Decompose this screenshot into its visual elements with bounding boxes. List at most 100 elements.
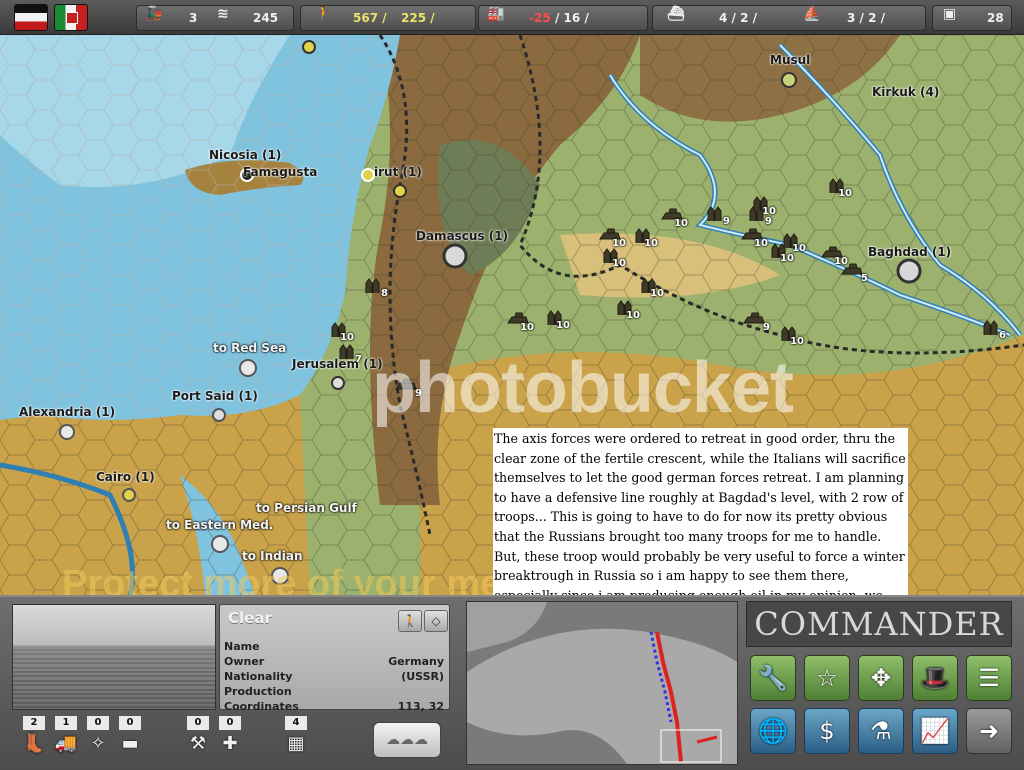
italy-flag-icon[interactable] [54,4,88,31]
unit-strength: 10 [838,188,852,199]
motorized-count[interactable]: 1 🚚 [54,715,82,761]
commander-logo: COMMANDER [746,601,1012,647]
unit-strength: 10 [762,206,776,217]
unit-strength: 9 [763,322,770,333]
list-button[interactable]: ☰ [966,655,1012,701]
statistics-chart-button[interactable]: 📈 [912,708,958,754]
unit-strength: 8 [381,288,388,299]
city-port-said[interactable]: Port Said (1) [172,389,258,403]
exit-eastern-med[interactable]: to Eastern Med. [166,518,273,532]
industry-change: -25 [529,11,551,25]
unit-counter[interactable]: 10 [748,193,776,217]
unit-counter[interactable]: 6 [978,317,1006,341]
train-icon: 🚂 [145,6,163,22]
unit-strength: 9 [415,388,422,399]
unit-counter[interactable]: 10 [778,230,806,254]
industry-panel: 🏭 -25 / 16 / [478,5,648,31]
city-famagusta[interactable]: Famagusta [243,165,317,179]
unit-counter[interactable]: 10 [542,307,570,331]
unit-counter[interactable]: 10 [740,225,768,249]
unit-counter[interactable]: 9 [702,203,730,227]
medical-count[interactable]: 0 ✚ [218,715,246,761]
unit-counter[interactable]: 10 [630,225,658,249]
unit-counter[interactable]: 10 [326,319,354,343]
boot-icon: 👢 [22,733,46,754]
unit-counter[interactable]: 10 [598,225,626,249]
unit-counter[interactable]: 5 [840,260,868,284]
city-cairo[interactable]: Cairo (1) [96,470,155,484]
unit-strength: 10 [626,310,640,321]
unit-strength: 6 [999,330,1006,341]
research-flask-button[interactable]: ⚗ [858,708,904,754]
exit-indian[interactable]: to Indian [242,549,303,563]
battleship-icon: ⛴ [667,6,685,22]
unit-counter[interactable]: 9 [742,309,770,333]
unit-counter[interactable]: 7 [334,341,362,365]
city-beirut[interactable]: irut (1) [374,165,422,179]
minimap-drawing [467,602,737,764]
unit-strength: 10 [556,320,570,331]
manpower-icon: 🚶 [315,6,333,22]
city-nicosia[interactable]: Nicosia (1) [209,148,281,162]
bottom-panel: Clear 🚶 ◇ Name Owner Germany Nationality(… [0,595,1024,770]
minimap[interactable] [466,601,738,765]
city-damascus[interactable]: Damascus (1) [416,229,508,243]
unit-strength: 10 [780,253,794,264]
globe-button[interactable]: 🌐 [750,708,796,754]
cannon-icon: ⚒ [189,733,207,754]
unit-strength: 10 [612,258,626,269]
hex-toggle-button[interactable]: ◇ [424,610,448,632]
transport-ship-icon: ⛵ [803,6,821,22]
infantry-count[interactable]: 2 👢 [22,715,50,761]
manpower-panel: 🚶 567 / 225 / [300,5,476,31]
industry-value: / 16 / [555,11,589,25]
unit-strength: 9 [765,216,772,227]
terrain-title: Clear [228,609,272,627]
unit-strength: 9 [723,216,730,227]
prestige-count: 28 [987,11,1004,25]
germany-flag-icon[interactable] [14,4,48,31]
prestige-panel: ▣ 28 [932,5,1012,31]
unit-counter[interactable]: 8 [360,275,388,299]
naval-panel: ⛴ 4 / 2 / ⛵ 3 / 2 / [652,5,926,31]
cross-icon: ✚ [222,733,238,754]
unit-counter[interactable]: 10 [598,245,626,269]
diplomacy-hat-button[interactable]: 🎩 [912,655,958,701]
terrain-preview-image [12,604,216,710]
unit-counter[interactable]: 10 [636,275,664,299]
unit-counter[interactable]: 10 [660,205,688,229]
city-musul[interactable]: Musul [770,53,810,67]
transport-money-panel: 🚂 3 ≋ 245 [136,5,294,31]
unit-strength: 10 [644,238,658,249]
unit-counter[interactable]: 9 [394,375,422,399]
move-arrows-button[interactable]: ✥ [858,655,904,701]
city-baghdad[interactable]: Baghdad (1) [868,245,951,259]
money-count: 245 [253,11,279,25]
repair-wrench-button[interactable]: 🔧 [750,655,796,701]
crates-icon: ▦ [287,733,305,754]
unit-strength: 10 [520,322,534,333]
tank-icon: ▬ [121,733,139,754]
unit-counter[interactable]: 10 [776,323,804,347]
factory-icon: 🏭 [487,6,505,22]
finance-dollar-button[interactable]: $ [804,708,850,754]
city-kirkuk[interactable]: Kirkuk (4) [872,85,939,99]
artillery-count[interactable]: 0 ⚒ [186,715,214,761]
unit-counter[interactable]: 10 [824,175,852,199]
armor-count[interactable]: 0 ▬ [118,715,146,761]
star-button[interactable]: ☆ [804,655,850,701]
end-turn-arrow-button[interactable]: ➜ [966,708,1012,754]
exit-red-sea[interactable]: to Red Sea [213,341,286,355]
exit-persian-gulf[interactable]: to Persian Gulf [256,501,357,515]
weather-indicator-icon[interactable]: ☁☁☁ [373,722,441,758]
naval-count-2: 3 / 2 / [847,11,885,25]
unit-counter[interactable]: 10 [612,297,640,321]
unit-strength: 10 [650,288,664,299]
city-alexandria[interactable]: Alexandria (1) [19,405,115,419]
recon-count[interactable]: 0 ✧ [86,715,114,761]
hex-info-panel: Clear 🚶 ◇ Name Owner Germany Nationality(… [219,604,450,713]
coins-icon: ≋ [217,6,229,22]
unit-info-button[interactable]: 🚶 [398,610,422,632]
unit-counter[interactable]: 10 [506,309,534,333]
supply-count[interactable]: 4 ▦ [284,715,312,761]
